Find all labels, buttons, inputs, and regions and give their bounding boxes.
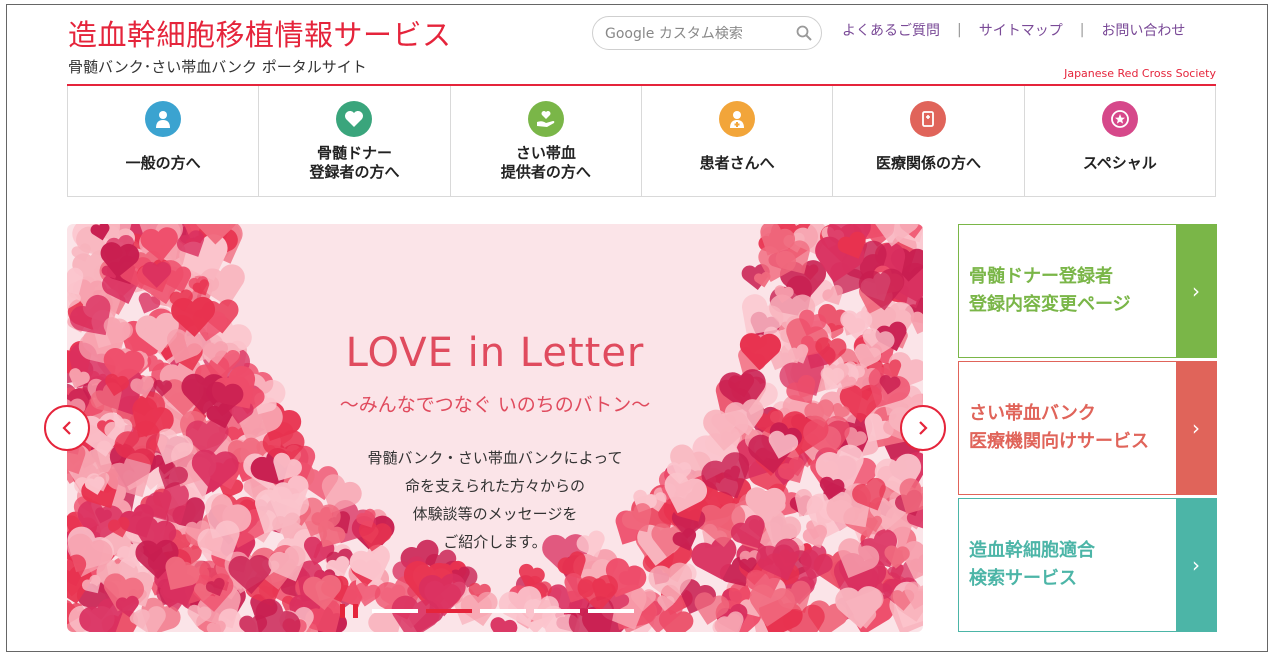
org-name[interactable]: Japanese Red Cross Society	[1064, 67, 1216, 80]
star-icon	[1101, 101, 1138, 137]
link-separator: |	[1079, 22, 1085, 38]
hand-heart-icon	[527, 101, 564, 137]
nav-item-general[interactable]: 一般の方へ	[68, 86, 260, 196]
faq-link[interactable]: よくあるご質問	[842, 20, 940, 40]
site-subtitle: 骨髄バンク･さい帯血バンク ポータルサイト	[68, 58, 367, 76]
main-nav: 一般の方へ 骨髄ドナー 登録者の方へ さい帯血 提供者の方へ 患者さんへ 医療関…	[67, 86, 1216, 197]
banner-line: さい帯血バンク	[969, 403, 1096, 424]
slider-prev-button[interactable]	[44, 405, 90, 451]
chevron-right-icon: ›	[1176, 225, 1216, 357]
banner-line: 造血幹細胞適合	[969, 540, 1095, 561]
slider-next-button[interactable]	[900, 405, 946, 451]
nav-label: 医療関係の方へ	[875, 153, 981, 172]
slider-dot[interactable]	[372, 609, 418, 613]
slide-body-line: 命を支えられた方々からの	[404, 477, 585, 495]
heart-icon	[336, 101, 373, 137]
slider-dot[interactable]	[480, 609, 526, 613]
banner-text: さい帯血バンク 医療機関向けサービス	[959, 362, 1176, 494]
slide-body: 骨髄バンク・さい帯血バンクによって 命を支えられた方々からの 体験談等のメッセー…	[67, 444, 923, 556]
chevron-right-icon: ›	[1176, 499, 1216, 631]
sitemap-link[interactable]: サイトマップ	[979, 20, 1063, 40]
search-input[interactable]	[605, 23, 785, 45]
banner-line: 登録内容変更ページ	[969, 294, 1131, 315]
slider-dot[interactable]	[426, 609, 472, 613]
top-links: よくあるご質問 | サイトマップ | お問い合わせ	[842, 20, 1185, 40]
slider-pagination	[340, 604, 642, 618]
nav-item-bone-marrow-donor[interactable]: 骨髄ドナー 登録者の方へ	[259, 86, 451, 196]
banner-line: 骨髄ドナー登録者	[969, 266, 1113, 287]
nav-label: 患者さんへ	[699, 153, 775, 172]
slide-subheading: 〜みんなでつなぐ いのちのバトン〜	[339, 394, 651, 416]
contact-link[interactable]: お問い合わせ	[1101, 20, 1185, 40]
nav-item-cord-blood-donor[interactable]: さい帯血 提供者の方へ	[451, 86, 642, 196]
nav-label: さい帯血 提供者の方へ	[500, 144, 591, 181]
slide-body-line: 骨髄バンク・さい帯血バンクによって	[367, 449, 623, 467]
link-separator: |	[957, 22, 962, 38]
nav-item-special[interactable]: スペシャル	[1025, 86, 1215, 196]
nav-item-medical[interactable]: 医療関係の方へ	[833, 86, 1025, 196]
banner-text: 造血幹細胞適合 検索サービス	[959, 499, 1176, 631]
search-box[interactable]	[592, 16, 822, 50]
slide-heading: LOVE in Letter	[345, 330, 645, 376]
banner-line: 検索サービス	[969, 568, 1077, 589]
nav-item-patients[interactable]: 患者さんへ	[642, 86, 834, 196]
banner-text: 骨髄ドナー登録者 登録内容変更ページ	[959, 225, 1176, 357]
hero-slider[interactable]	[67, 224, 923, 632]
slide-body-line: ご紹介します。	[443, 533, 547, 551]
chevron-right-icon: ›	[1176, 362, 1216, 494]
slide-body-line: 体験談等のメッセージを	[412, 505, 578, 523]
banner-line: 医療機関向けサービス	[969, 431, 1149, 452]
slider-dot[interactable]	[588, 609, 634, 613]
pause-icon[interactable]	[340, 604, 358, 618]
banner-cord-blood-medical-services[interactable]: さい帯血バンク 医療機関向けサービス ›	[958, 361, 1217, 495]
patient-icon	[719, 101, 756, 137]
medical-icon	[910, 101, 947, 137]
search-icon[interactable]	[796, 25, 812, 41]
person-icon	[145, 101, 182, 137]
chevron-left-icon	[62, 421, 71, 435]
site-title[interactable]: 造血幹細胞移植情報サービス	[68, 12, 452, 54]
nav-label: スペシャル	[1082, 153, 1157, 172]
slider-dot[interactable]	[534, 609, 580, 613]
banner-donor-registration-update[interactable]: 骨髄ドナー登録者 登録内容変更ページ ›	[958, 224, 1217, 358]
nav-label: 一般の方へ	[125, 153, 201, 172]
banner-matching-search-service[interactable]: 造血幹細胞適合 検索サービス ›	[958, 498, 1217, 632]
hearts-background	[67, 224, 923, 632]
chevron-right-icon	[919, 421, 928, 435]
nav-label: 骨髄ドナー 登録者の方へ	[309, 144, 400, 181]
